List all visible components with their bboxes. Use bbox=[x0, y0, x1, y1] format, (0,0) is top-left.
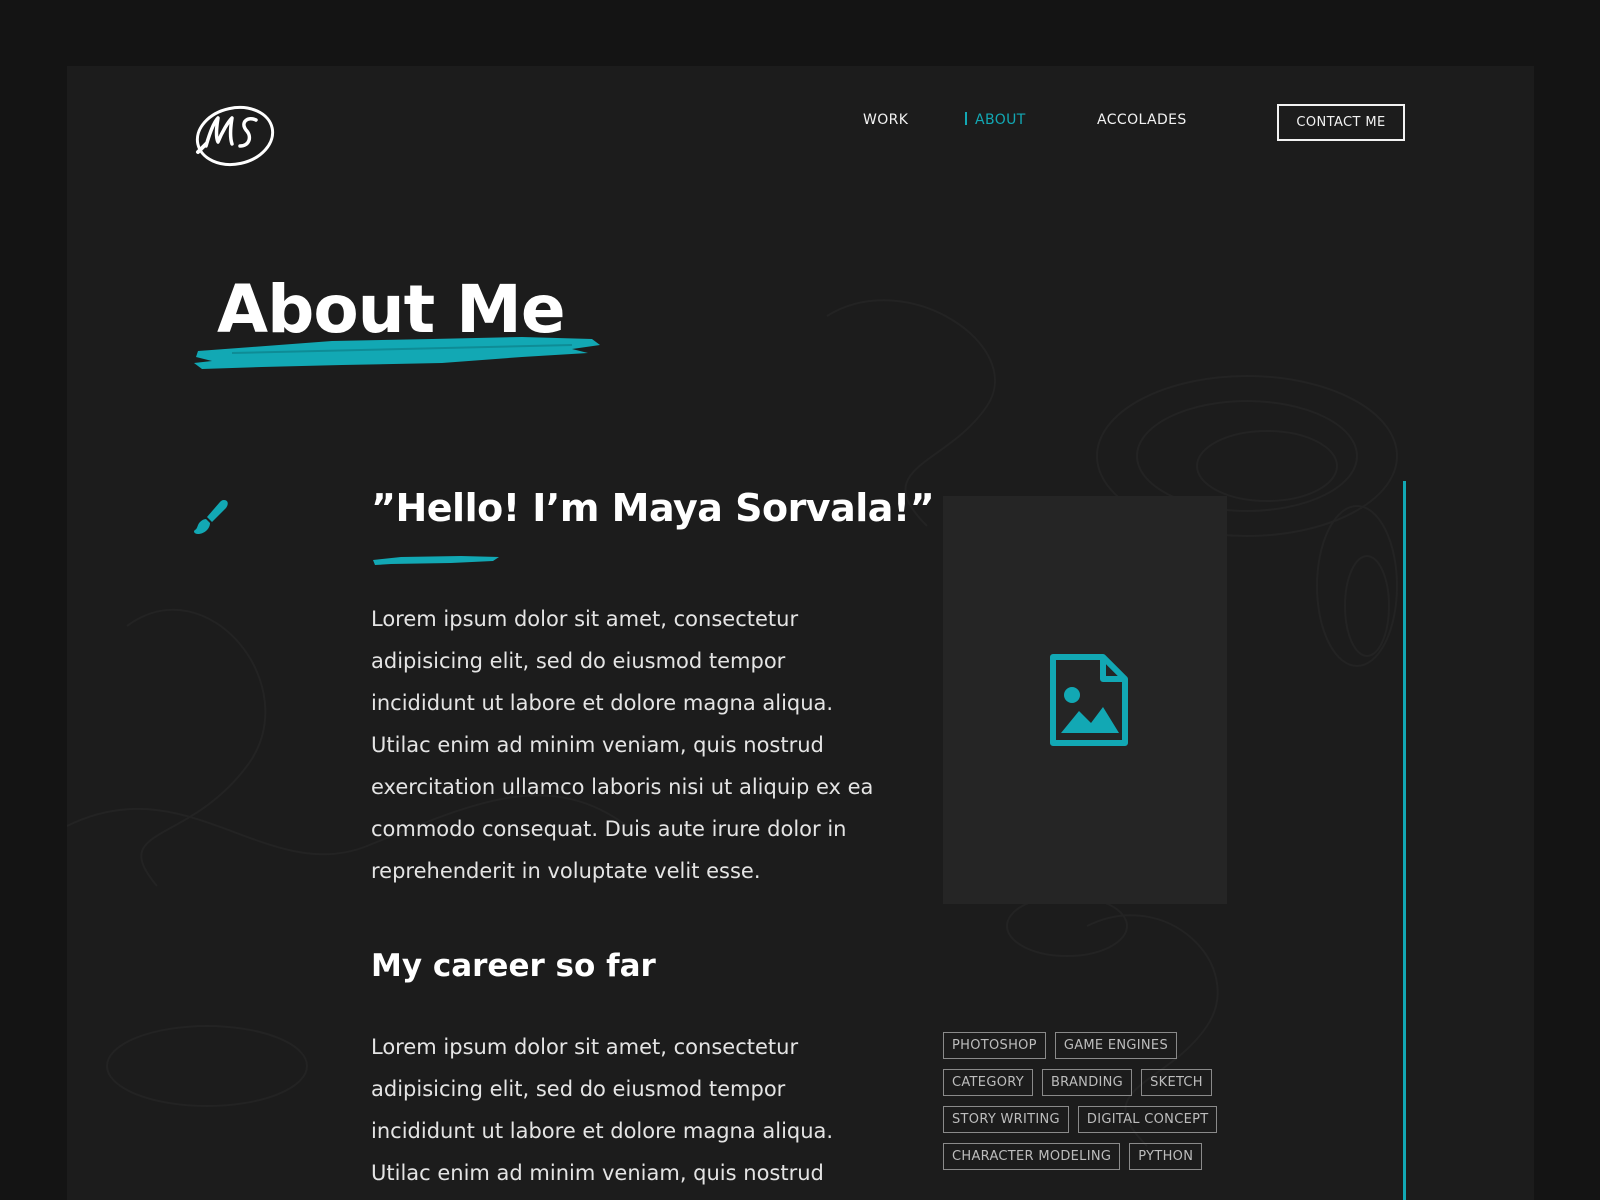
tag-row: STORY WRITING DIGITAL CONCEPT bbox=[943, 1106, 1243, 1133]
greeting-heading: ”Hello! I’m Maya Sorvala!” bbox=[371, 486, 935, 530]
tag-row: CHARACTER MODELING PYTHON bbox=[943, 1143, 1243, 1170]
tag-game-engines[interactable]: GAME ENGINES bbox=[1054, 1032, 1177, 1059]
tag-character-modeling[interactable]: CHARACTER MODELING bbox=[943, 1143, 1121, 1170]
nav-item-about-label: ABOUT bbox=[975, 112, 1026, 128]
career-paragraph: Lorem ipsum dolor sit amet, consectetur … bbox=[371, 1035, 834, 1185]
tag-digital-concept[interactable]: DIGITAL CONCEPT bbox=[1077, 1106, 1218, 1133]
tag-python[interactable]: PYTHON bbox=[1129, 1143, 1203, 1170]
nav-item-about[interactable]: ABOUT bbox=[965, 112, 1026, 128]
tag-sketch[interactable]: SKETCH bbox=[1141, 1069, 1212, 1096]
tag-story-writing[interactable]: STORY WRITING bbox=[943, 1106, 1069, 1133]
page-frame: WORK ABOUT ACCOLADES CONTACT ME About Me… bbox=[67, 66, 1534, 1200]
nav-item-accolades[interactable]: ACCOLADES bbox=[1097, 112, 1187, 128]
nav-item-work[interactable]: WORK bbox=[863, 112, 908, 128]
tag-branding[interactable]: BRANDING bbox=[1041, 1069, 1133, 1096]
tag-category[interactable]: CATEGORY bbox=[943, 1069, 1033, 1096]
tag-row: PHOTOSHOP GAME ENGINES bbox=[943, 1032, 1243, 1059]
vertical-accent-line bbox=[1403, 481, 1406, 1200]
greeting-brush-stroke bbox=[373, 556, 499, 565]
page-title: About Me bbox=[217, 271, 566, 348]
tag-row: CATEGORY BRANDING SKETCH bbox=[943, 1069, 1243, 1096]
skill-tags: PHOTOSHOP GAME ENGINES CATEGORY BRANDING… bbox=[943, 1032, 1243, 1180]
page-title-block: About Me bbox=[192, 271, 612, 386]
image-file-icon bbox=[1050, 654, 1128, 746]
profile-image-placeholder bbox=[943, 496, 1227, 904]
career-heading: My career so far bbox=[371, 948, 656, 984]
active-indicator bbox=[965, 112, 967, 125]
paintbrush-icon bbox=[194, 500, 228, 534]
contact-me-button[interactable]: CONTACT ME bbox=[1277, 104, 1405, 141]
intro-paragraph: Lorem ipsum dolor sit amet, consectetur … bbox=[371, 607, 874, 883]
tag-photoshop[interactable]: PHOTOSHOP bbox=[943, 1032, 1046, 1059]
